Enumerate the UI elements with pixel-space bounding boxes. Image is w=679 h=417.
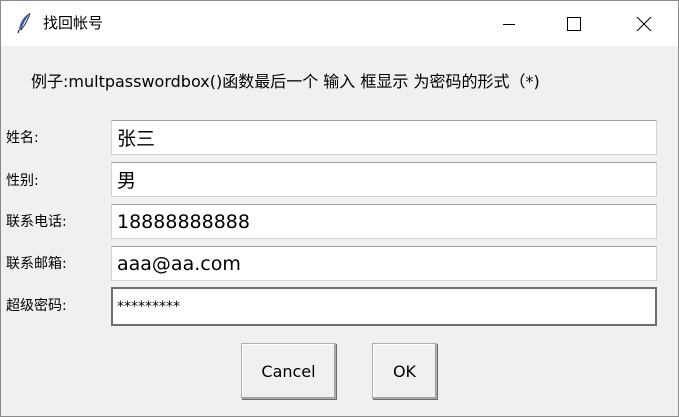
feather-icon <box>15 12 35 34</box>
prompt-message: 例子:multpasswordbox()函数最后一个 输入 框显示 为密码的形式… <box>31 72 540 91</box>
close-icon <box>636 16 652 31</box>
gender-input[interactable] <box>111 162 657 197</box>
field-label-name: 姓名: <box>6 130 39 146</box>
field-label-phone: 联系电话: <box>6 214 67 230</box>
window-title: 找回帐号 <box>43 14 104 32</box>
cancel-button[interactable]: Cancel <box>241 343 336 399</box>
phone-input[interactable] <box>111 204 657 239</box>
minimize-icon <box>503 23 515 25</box>
dialog-window: 找回帐号 例子:multpasswordbox()函数最后一个 输入 框显示 为… <box>0 0 679 417</box>
field-label-password: 超级密码: <box>6 298 67 314</box>
maximize-button[interactable] <box>551 1 597 46</box>
maximize-icon <box>567 16 581 31</box>
field-label-email: 联系邮箱: <box>6 256 67 272</box>
ok-button[interactable]: OK <box>372 343 437 399</box>
title-bar[interactable]: 找回帐号 <box>1 1 678 46</box>
minimize-button[interactable] <box>486 1 532 46</box>
email-input[interactable] <box>111 246 657 281</box>
field-label-gender: 性别: <box>6 173 39 189</box>
close-button[interactable] <box>621 1 667 46</box>
password-input[interactable] <box>111 287 657 326</box>
name-input[interactable] <box>111 120 657 155</box>
